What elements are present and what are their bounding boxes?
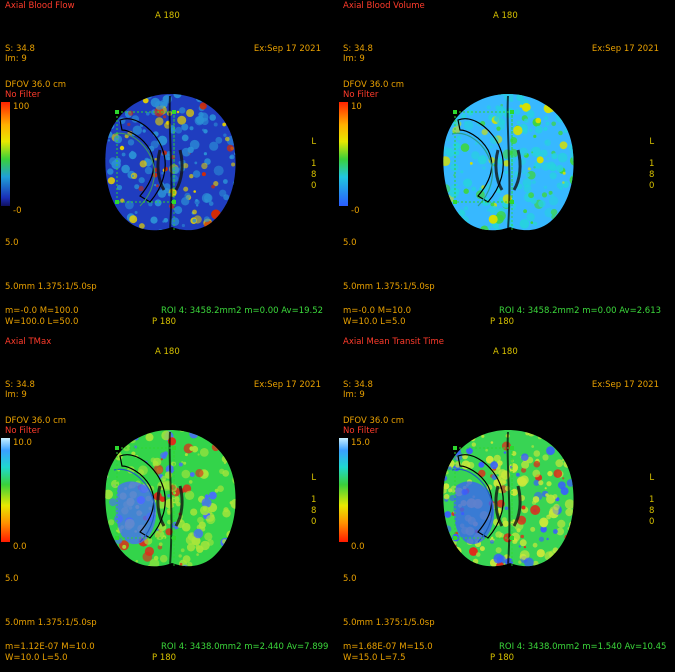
orientation-label: L 1 8 0 <box>649 473 654 528</box>
roi-stats: ROI 4: 3438.0mm2 m=1.540 Av=10.45 <box>499 642 667 652</box>
anterior-label: A 180 <box>155 11 180 21</box>
image-number: Im: 9 <box>343 390 365 400</box>
series-title: Axial Blood Volume <box>343 1 425 11</box>
series-title: Axial Mean Transit Time <box>343 337 444 347</box>
series-title: Axial TMax <box>5 337 52 347</box>
image-number: Im: 9 <box>5 54 27 64</box>
slice-position: S: 34.8 <box>5 44 35 54</box>
thickness-label: 5.0 <box>343 238 357 248</box>
slice-info: 5.0mm 1.375:1/5.0sp <box>5 618 97 628</box>
image-number: Im: 9 <box>343 54 365 64</box>
filter-label: No Filter <box>343 90 379 100</box>
thickness-label: 5.0 <box>5 574 19 584</box>
slice-info: 5.0mm 1.375:1/5.0sp <box>343 618 435 628</box>
scale-max-label: 15.0 <box>351 438 370 448</box>
slice-position: S: 34.8 <box>343 44 373 54</box>
orientation-char: 0 <box>649 181 655 191</box>
posterior-label: P 180 <box>152 653 177 663</box>
orientation-char: 8 <box>649 170 655 180</box>
window-level: W=15.0 L=7.5 <box>343 653 406 663</box>
orientation-char: 0 <box>311 517 317 527</box>
orientation-char: 8 <box>649 506 655 516</box>
orientation-char: L <box>311 137 317 147</box>
orientation-label: L 1 8 0 <box>311 473 316 528</box>
min-max-values: m=1.68E-07 M=15.0 <box>343 642 433 652</box>
orientation-char: L <box>311 473 317 483</box>
viewport-4[interactable]: Axial Mean Transit Time A 180 S: 34.8 Im… <box>338 336 675 672</box>
slice-info: 5.0mm 1.375:1/5.0sp <box>5 282 97 292</box>
orientation-label: L 1 8 0 <box>649 137 654 192</box>
min-max-values: m=-0.0 M=10.0 <box>343 306 412 316</box>
posterior-label: P 180 <box>152 317 177 327</box>
orientation-char: 1 <box>649 159 655 169</box>
dfov-label: DFOV 36.0 cm <box>343 80 405 90</box>
dfov-label: DFOV 36.0 cm <box>5 80 67 90</box>
dfov-label: DFOV 36.0 cm <box>5 416 67 426</box>
orientation-char: L <box>649 137 655 147</box>
color-scale-bar <box>1 102 10 206</box>
brain-perfusion-map[interactable] <box>438 426 578 571</box>
posterior-label: P 180 <box>490 653 515 663</box>
roi-stats: ROI 4: 3458.2mm2 m=0.00 Av=2.613 <box>499 306 662 316</box>
color-scale-bar <box>1 438 10 542</box>
exam-date: Ex:Sep 17 2021 <box>591 44 659 54</box>
brain-perfusion-map[interactable] <box>100 90 240 235</box>
thickness-label: 5.0 <box>5 238 19 248</box>
anterior-label: A 180 <box>493 11 518 21</box>
image-number: Im: 9 <box>5 390 27 400</box>
scale-min-label: -0 <box>351 206 360 216</box>
scale-min-label: 0.0 <box>13 542 27 552</box>
scale-max-label: 10 <box>351 102 362 112</box>
scale-min-label: -0 <box>13 206 22 216</box>
orientation-char: 1 <box>649 495 655 505</box>
color-scale-bar <box>339 102 348 206</box>
posterior-label: P 180 <box>490 317 515 327</box>
orientation-char: 1 <box>311 159 317 169</box>
orientation-char: 0 <box>649 517 655 527</box>
anterior-label: A 180 <box>493 347 518 357</box>
viewport-2[interactable]: Axial Blood Volume A 180 S: 34.8 Im: 9 E… <box>338 0 675 336</box>
window-level: W=10.0 L=5.0 <box>5 653 68 663</box>
dfov-label: DFOV 36.0 cm <box>343 416 405 426</box>
series-title: Axial Blood Flow <box>5 1 75 11</box>
viewport-1[interactable]: Axial Blood Flow A 180 S: 34.8 Im: 9 Ex:… <box>0 0 337 336</box>
slice-info: 5.0mm 1.375:1/5.0sp <box>343 282 435 292</box>
orientation-label: L 1 8 0 <box>311 137 316 192</box>
orientation-char: 8 <box>311 170 317 180</box>
min-max-values: m=-0.0 M=100.0 <box>5 306 79 316</box>
anterior-label: A 180 <box>155 347 180 357</box>
roi-stats: ROI 4: 3458.2mm2 m=0.00 Av=19.52 <box>161 306 324 316</box>
color-scale-bar <box>339 438 348 542</box>
exam-date: Ex:Sep 17 2021 <box>253 380 321 390</box>
filter-label: No Filter <box>5 90 41 100</box>
min-max-values: m=1.12E-07 M=10.0 <box>5 642 95 652</box>
scale-min-label: 0.0 <box>351 542 365 552</box>
scale-max-label: 10.0 <box>13 438 32 448</box>
filter-label: No Filter <box>5 426 41 436</box>
scale-max-label: 100 <box>13 102 30 112</box>
orientation-char: L <box>649 473 655 483</box>
brain-perfusion-map[interactable] <box>100 426 240 571</box>
brain-perfusion-map[interactable] <box>438 90 578 235</box>
slice-position: S: 34.8 <box>343 380 373 390</box>
orientation-char: 1 <box>311 495 317 505</box>
window-level: W=100.0 L=50.0 <box>5 317 79 327</box>
slice-position: S: 34.8 <box>5 380 35 390</box>
window-level: W=10.0 L=5.0 <box>343 317 406 327</box>
orientation-char: 8 <box>311 506 317 516</box>
thickness-label: 5.0 <box>343 574 357 584</box>
exam-date: Ex:Sep 17 2021 <box>253 44 321 54</box>
viewport-3[interactable]: Axial TMax A 180 S: 34.8 Im: 9 Ex:Sep 17… <box>0 336 337 672</box>
exam-date: Ex:Sep 17 2021 <box>591 380 659 390</box>
filter-label: No Filter <box>343 426 379 436</box>
orientation-char: 0 <box>311 181 317 191</box>
roi-stats: ROI 4: 3438.0mm2 m=2.440 Av=7.899 <box>161 642 329 652</box>
